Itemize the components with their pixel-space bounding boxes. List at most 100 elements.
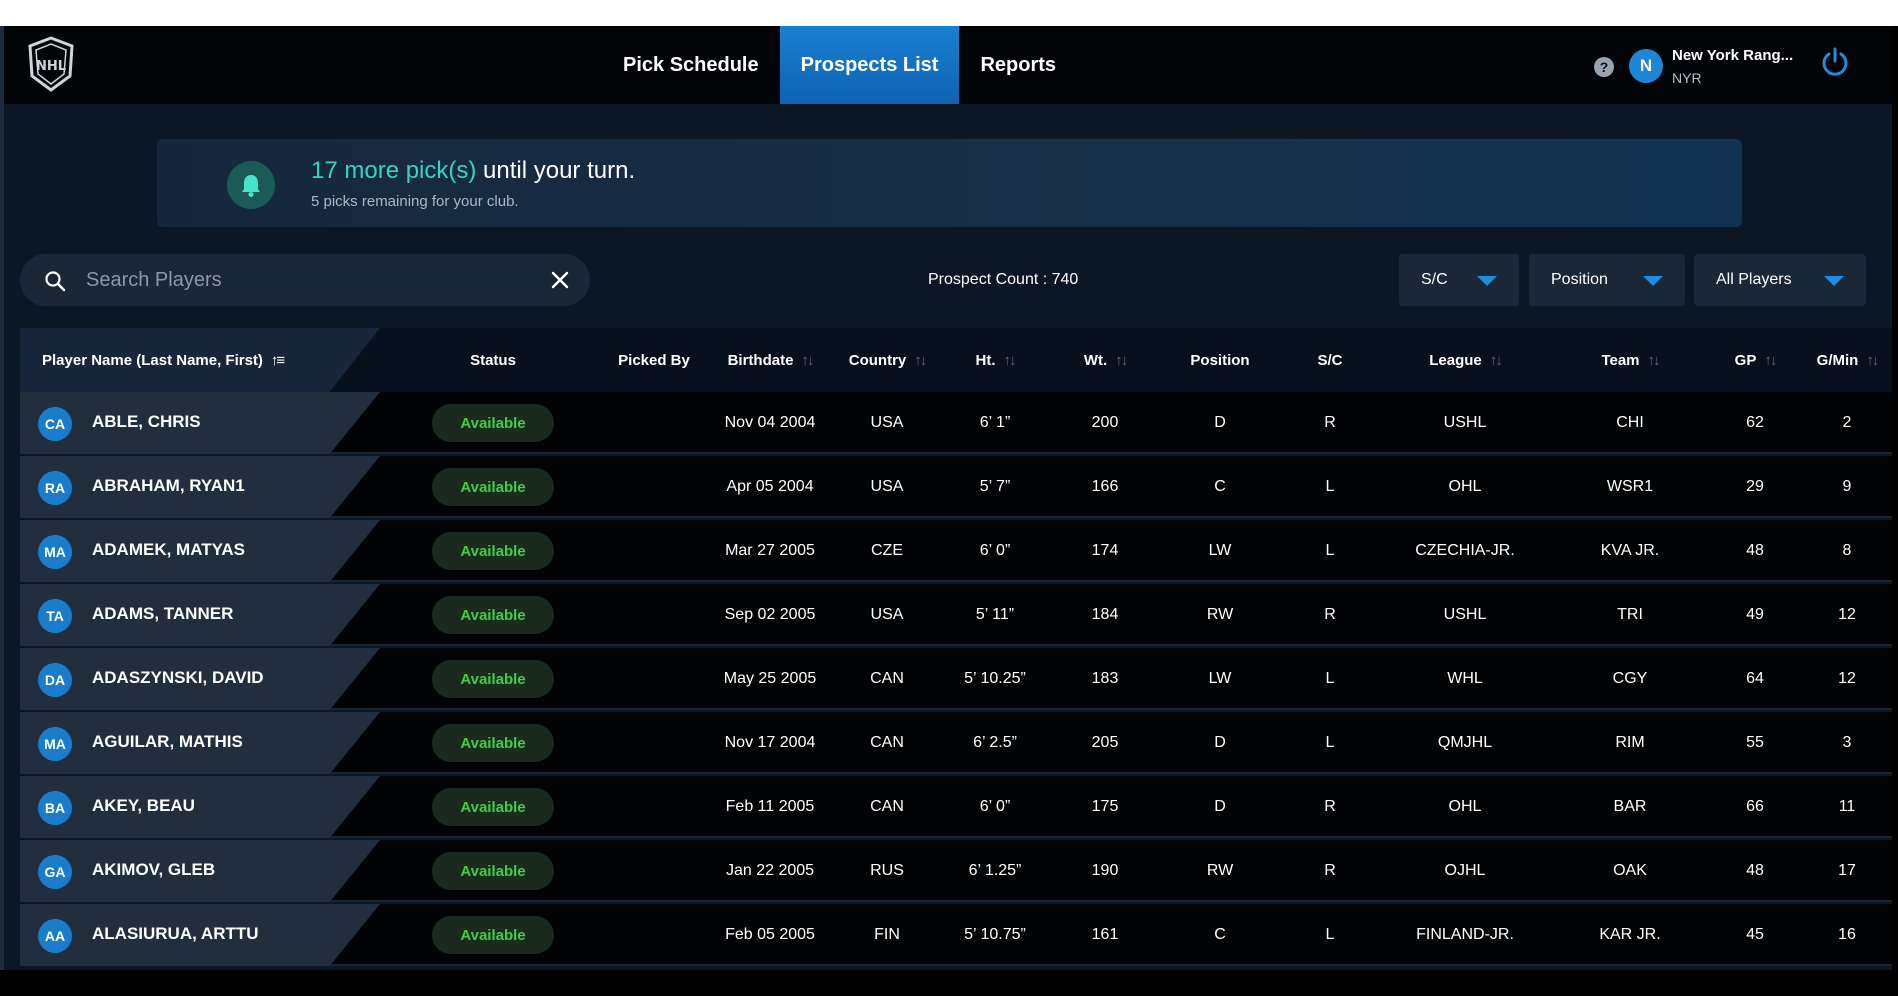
nav-pick-schedule[interactable]: Pick Schedule [602,26,780,104]
player-name[interactable]: AKEY, BEAU [92,796,195,816]
player-name[interactable]: ABLE, CHRIS [92,412,201,432]
sort-icon[interactable]: ↑↓ [914,352,927,369]
prospect-count: Prospect Count : 740 [928,271,1079,288]
cell-sc: R [1324,862,1336,879]
player-name[interactable]: AKIMOV, GLEB [92,860,215,880]
header-country[interactable]: Country ↑↓ [832,328,942,392]
header-weight[interactable]: Wt. ↑↓ [1060,328,1150,392]
cell-sc: L [1325,542,1335,559]
player-name[interactable]: AGUILAR, MATHIS [92,732,243,752]
status-badge: Available [432,852,554,890]
player-name[interactable]: ADAMEK, MATYAS [92,540,245,560]
chevron-down-icon [1824,276,1844,286]
sort-asc-icon[interactable]: ↑≡ [271,352,285,369]
player-avatar: TA [38,599,72,633]
table-row[interactable]: TA ADAMS, TANNER Available Sep 02 2005 USA 5’… [20,584,1892,646]
table-row[interactable]: MA ADAMEK, MATYAS Available Mar 27 2005 CZE 6… [20,520,1892,582]
picks-until-turn-rest: until your turn. [476,157,636,184]
cell-gp: 55 [1746,734,1764,751]
cell-country: USA [870,606,904,623]
nhl-logo-icon[interactable]: NHL [26,36,76,92]
sort-icon[interactable]: ↑↓ [1004,352,1017,369]
sort-icon[interactable]: ↑↓ [1764,352,1777,369]
player-name[interactable]: ADASZYNSKI, DAVID [92,668,264,688]
header-gmin[interactable]: G/Min ↑↓ [1802,328,1892,392]
cell-gmin: 12 [1838,670,1856,687]
user-avatar[interactable]: N [1629,49,1663,83]
cell-gp: 66 [1746,798,1764,815]
header-height[interactable]: Ht. ↑↓ [950,328,1040,392]
picks-until-turn-text: 17 more pick(s) until your turn. [311,157,635,185]
search-input[interactable] [86,267,506,293]
cell-gp: 64 [1746,670,1764,687]
header-gp[interactable]: GP ↑↓ [1715,328,1795,392]
top-nav-bar: NHL Pick Schedule Prospects List Reports… [2,26,1892,104]
header-player-name[interactable]: Player Name (Last Name, First) ↑≡ [42,328,342,392]
nav-prospects-list[interactable]: Prospects List [779,26,960,104]
cell-team: CGY [1612,670,1648,687]
nav-reports[interactable]: Reports [959,26,1077,104]
cell-gp: 62 [1746,414,1764,431]
table-row[interactable]: AA ALASIURUA, ARTTU Available Feb 05 2005 FI… [20,904,1892,966]
picks-remaining-text: 5 picks remaining for your club. [311,193,519,210]
cell-picked-by [604,648,704,710]
header-country-label: Country [848,351,907,369]
cell-picked-by [604,584,704,646]
players-filter-dropdown[interactable]: All Players [1694,254,1866,306]
close-icon[interactable] [550,270,570,290]
cell-league: OHL [1448,798,1482,815]
cell-weight: 205 [1091,734,1119,751]
cell-team: KVA JR. [1600,542,1660,559]
table-row[interactable]: MA AGUILAR, MATHIS Available Nov 17 2004 CAN… [20,712,1892,774]
header-birthdate[interactable]: Birthdate ↑↓ [710,328,830,392]
cell-league: OHL [1448,478,1482,495]
table-row[interactable]: CA ABLE, CHRIS Available Nov 04 2004 USA 6’ 1… [20,392,1892,454]
cell-team: BAR [1613,798,1647,815]
cell-birthdate: Sep 02 2005 [724,606,816,623]
status-badge: Available [432,404,554,442]
header-league[interactable]: League ↑↓ [1410,328,1520,392]
player-name[interactable]: ALASIURUA, ARTTU [92,924,259,944]
cell-position: D [1214,414,1226,431]
table-row[interactable]: DA ADASZYNSKI, DAVID Available May 25 2005 C… [20,648,1892,710]
cell-birthdate: Apr 05 2004 [726,478,814,495]
cell-height: 6’ 0” [979,542,1011,559]
table-row[interactable]: BA AKEY, BEAU Available Feb 11 2005 CAN 6’ 0”… [20,776,1892,838]
cell-weight: 190 [1091,862,1119,879]
window-left-edge [0,26,4,970]
cell-sc: L [1325,478,1335,495]
status-badge: Available [432,468,554,506]
sort-icon[interactable]: ↑↓ [1866,352,1879,369]
position-filter-dropdown[interactable]: Position [1529,254,1685,306]
sort-icon[interactable]: ↑↓ [1115,352,1128,369]
cell-team: KAR JR. [1599,926,1661,943]
window-right-edge [1892,26,1898,970]
status-badge: Available [432,660,554,698]
bell-icon [227,161,275,209]
header-player-name-label: Player Name (Last Name, First) [42,351,263,369]
help-icon[interactable]: ? [1594,57,1614,77]
cell-country: USA [870,414,904,431]
cell-height: 5’ 7” [979,478,1011,495]
header-team[interactable]: Team ↑↓ [1580,328,1680,392]
cell-weight: 183 [1091,670,1119,687]
cell-position: D [1214,734,1226,751]
cell-picked-by [604,840,704,902]
power-icon[interactable] [1820,47,1850,77]
sort-icon[interactable]: ↑↓ [1490,352,1503,369]
status-badge: Available [432,916,554,954]
player-avatar: BA [38,791,72,825]
player-name[interactable]: ADAMS, TANNER [92,604,233,624]
table-row[interactable]: RA ABRAHAM, RYAN1 Available Apr 05 2004 USA 5… [20,456,1892,518]
player-name[interactable]: ABRAHAM, RYAN1 [92,476,245,496]
sort-icon[interactable]: ↑↓ [801,352,814,369]
app-window: NHL Pick Schedule Prospects List Reports… [2,26,1892,970]
sort-icon[interactable]: ↑↓ [1648,352,1661,369]
cell-height: 5’ 10.25” [964,670,1026,687]
cell-height: 6’ 1” [979,414,1011,431]
table-row[interactable]: GA AKIMOV, GLEB Available Jan 22 2005 RUS 6’ … [20,840,1892,902]
cell-birthdate: Feb 11 2005 [725,798,815,815]
sc-filter-dropdown[interactable]: S/C [1399,254,1519,306]
cell-sc: L [1325,670,1335,687]
svg-text:NHL: NHL [36,59,66,74]
